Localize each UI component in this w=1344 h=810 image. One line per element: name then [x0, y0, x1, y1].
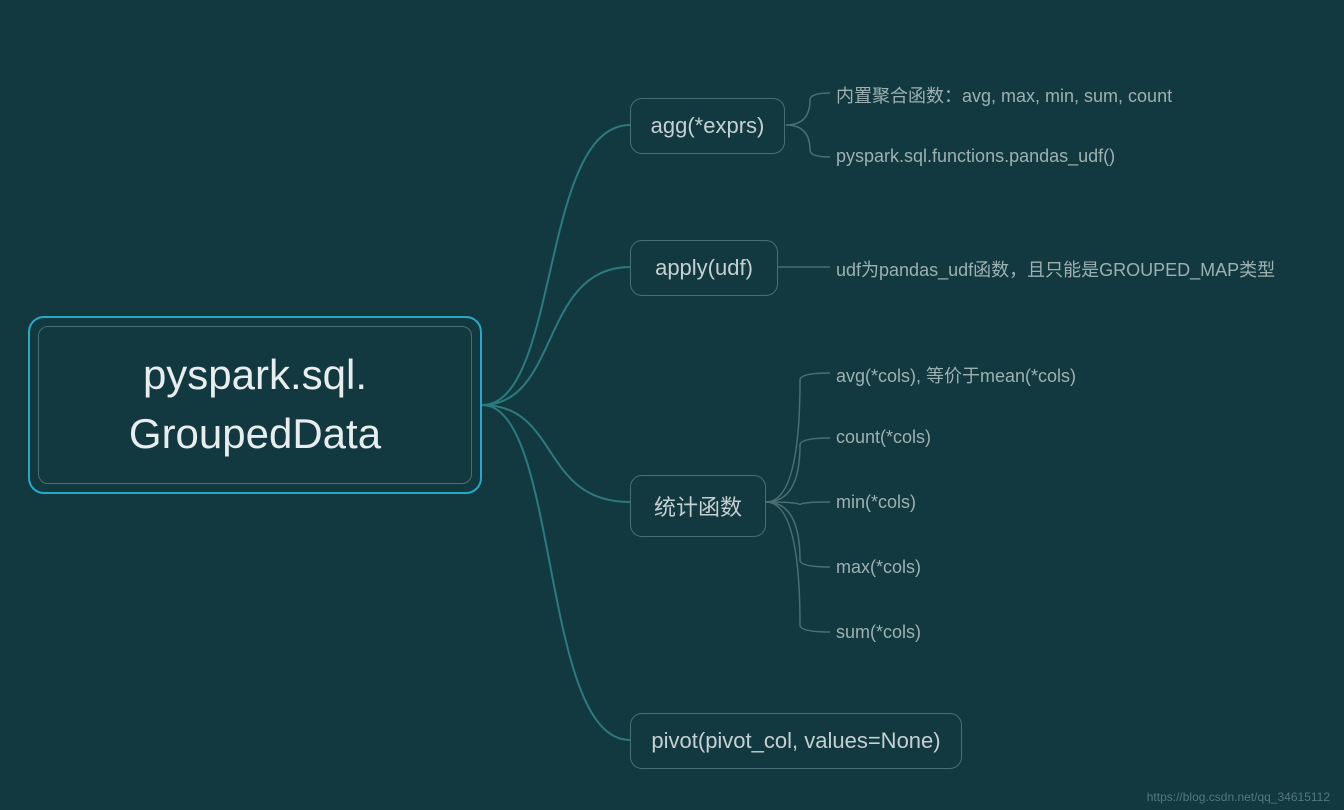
node-apply-label: apply(udf): [655, 255, 753, 281]
leaf-agg-0: 内置聚合函数：avg, max, min, sum, count: [836, 82, 1172, 108]
leaf-stats-3: max(*cols): [836, 557, 921, 578]
node-stats-label: 统计函数: [654, 490, 742, 522]
leaf-agg-1: pyspark.sql.functions.pandas_udf(): [836, 146, 1115, 167]
node-agg-label: agg(*exprs): [651, 113, 765, 139]
leaf-stats-2: min(*cols): [836, 492, 916, 513]
leaf-stats-4: sum(*cols): [836, 622, 921, 643]
node-pivot-label: pivot(pivot_col, values=None): [651, 728, 940, 754]
node-apply[interactable]: apply(udf): [630, 240, 778, 296]
node-stats[interactable]: 统计函数: [630, 475, 766, 537]
leaf-stats-1: count(*cols): [836, 427, 931, 448]
root-node[interactable]: pyspark.sql. GroupedData: [28, 316, 482, 494]
watermark: https://blog.csdn.net/qq_34615112: [1147, 790, 1330, 804]
node-agg[interactable]: agg(*exprs): [630, 98, 785, 154]
leaf-stats-0: avg(*cols), 等价于mean(*cols): [836, 362, 1076, 388]
root-node-label: pyspark.sql. GroupedData: [38, 326, 472, 484]
node-pivot[interactable]: pivot(pivot_col, values=None): [630, 713, 962, 769]
leaf-apply-0: udf为pandas_udf函数，且只能是GROUPED_MAP类型: [836, 256, 1275, 282]
